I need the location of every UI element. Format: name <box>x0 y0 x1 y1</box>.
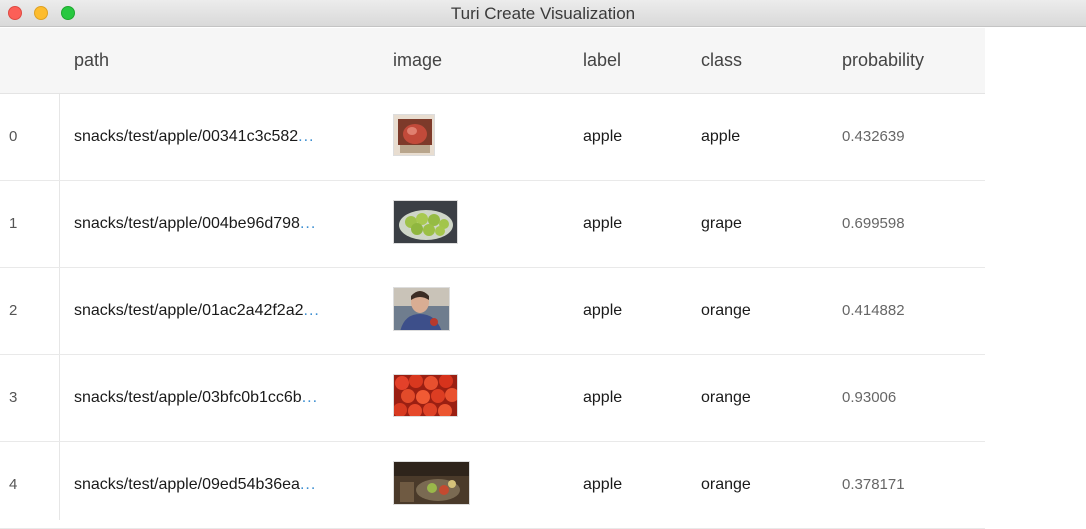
row-index: 4 <box>9 476 18 493</box>
label-cell: apple <box>583 128 623 145</box>
column-header-label[interactable]: label <box>583 50 621 71</box>
empty-area <box>985 28 1086 520</box>
path-cell: snacks/test/apple/09ed54b36ea... <box>74 476 316 494</box>
label-cell: apple <box>583 215 623 232</box>
path-cell: snacks/test/apple/01ac2a42f2a2... <box>74 302 320 320</box>
image-thumbnail[interactable] <box>393 287 450 331</box>
probability-cell: 0.432639 <box>842 128 905 145</box>
path-ellipsis[interactable]: ... <box>300 476 316 493</box>
path-cell: snacks/test/apple/00341c3c582... <box>74 128 315 146</box>
path-ellipsis[interactable]: ... <box>302 389 318 406</box>
probability-cell: 0.699598 <box>842 215 905 232</box>
probability-cell: 0.378171 <box>842 476 905 493</box>
table-row[interactable]: 4 snacks/test/apple/09ed54b36ea... apple… <box>0 442 985 529</box>
path-text: snacks/test/apple/03bfc0b1cc6b <box>74 389 302 406</box>
table-header: path image label class probability <box>0 28 985 94</box>
row-index: 0 <box>9 128 18 145</box>
class-cell: grape <box>701 215 742 232</box>
image-thumbnail[interactable] <box>393 461 470 505</box>
window-title: Turi Create Visualization <box>450 4 636 23</box>
table-row[interactable]: 3 snacks/test/apple/03bfc0b1cc6b... appl… <box>0 355 985 442</box>
path-text: snacks/test/apple/09ed54b36ea <box>74 476 300 493</box>
column-header-path[interactable]: path <box>74 50 109 71</box>
path-cell: snacks/test/apple/004be96d798... <box>74 215 316 233</box>
class-cell: orange <box>701 302 751 319</box>
class-cell: orange <box>701 476 751 493</box>
path-text: snacks/test/apple/004be96d798 <box>74 215 300 232</box>
probability-cell: 0.414882 <box>842 302 905 319</box>
path-text: snacks/test/apple/01ac2a42f2a2 <box>74 302 304 319</box>
column-header-image[interactable]: image <box>393 50 442 71</box>
image-thumbnail[interactable] <box>393 200 458 244</box>
path-ellipsis[interactable]: ... <box>304 302 320 319</box>
column-header-class[interactable]: class <box>701 50 742 71</box>
class-cell: apple <box>701 128 741 145</box>
window-titlebar: Turi Create Visualization <box>0 0 1086 27</box>
table-row[interactable]: 1 snacks/test/apple/004be96d798... apple… <box>0 181 985 268</box>
label-cell: apple <box>583 302 623 319</box>
row-index: 2 <box>9 302 18 319</box>
probability-cell: 0.93006 <box>842 389 897 406</box>
path-cell: snacks/test/apple/03bfc0b1cc6b... <box>74 389 318 407</box>
path-ellipsis[interactable]: ... <box>300 215 316 232</box>
label-cell: apple <box>583 389 623 406</box>
table-row[interactable]: 2 snacks/test/apple/01ac2a42f2a2... appl… <box>0 268 985 355</box>
image-thumbnail[interactable] <box>393 114 435 156</box>
path-text: snacks/test/apple/00341c3c582 <box>74 128 299 145</box>
label-cell: apple <box>583 476 623 493</box>
image-thumbnail[interactable] <box>393 374 458 417</box>
path-ellipsis[interactable]: ... <box>298 128 314 145</box>
row-index: 1 <box>9 215 18 232</box>
row-index: 3 <box>9 389 18 406</box>
table-row[interactable]: 0 snacks/test/apple/00341c3c582... apple… <box>0 94 985 181</box>
data-table: path image label class probability 0 sna… <box>0 28 985 529</box>
class-cell: orange <box>701 389 751 406</box>
column-header-probability[interactable]: probability <box>842 50 924 71</box>
